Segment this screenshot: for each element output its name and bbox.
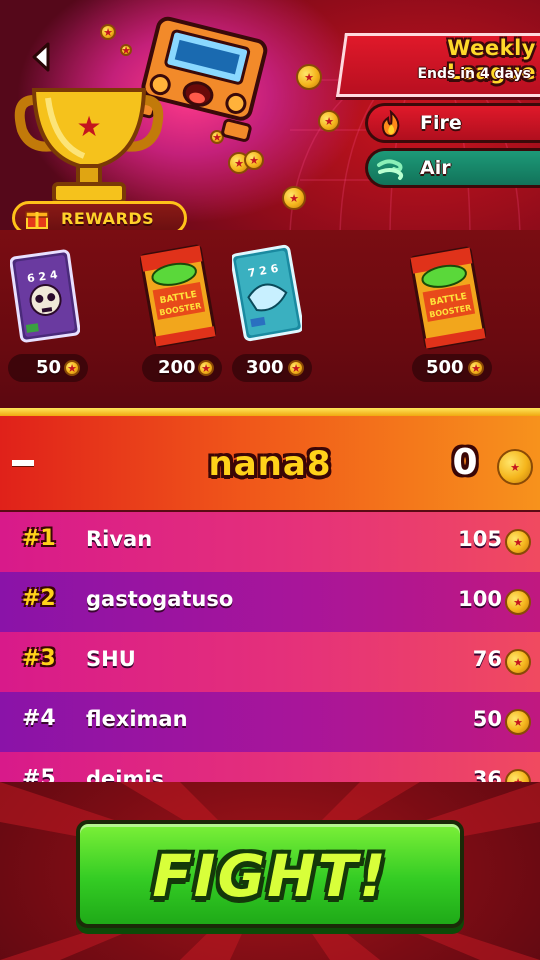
player-name: Rivan [86,527,153,551]
rank-label: #3 [22,646,56,671]
coin-icon [296,64,322,90]
rank-label: #2 [22,586,56,611]
leaderboard-row[interactable]: #3 SHU 76 [0,632,540,692]
rewards-track: 6 2 4 BATTLE BOOSTER 7 2 6 BATTLE BOOSTE… [0,230,540,410]
player-score: 50 [472,707,502,731]
rank-label: #1 [22,526,56,551]
fight-label: FIGHT! [152,842,388,910]
player-score: 100 [458,587,502,611]
player-name: deimis [86,767,165,782]
fight-button[interactable]: FIGHT! [76,820,464,928]
leaderboard-row[interactable]: #1 Rivan 105 [0,512,540,572]
reward-cost-4: 500 [412,354,492,382]
leaderboard-row[interactable]: #2 gastogatuso 100 [0,572,540,632]
battle-booster-pack-icon[interactable]: BATTLE BOOSTER [140,244,216,348]
player-name: fleximan [86,707,188,731]
player-name: gastogatuso [86,587,234,611]
league-countdown: Ends in 4 days [417,66,531,82]
element-filter-air[interactable]: Air [365,148,540,188]
divider [0,408,540,416]
leaderboard-row[interactable]: #4 fleximan 50 [0,692,540,752]
player-score: 76 [472,647,502,671]
coin-icon [468,360,484,376]
back-arrow-icon[interactable] [26,40,60,74]
current-player-row: nana8 0 [0,416,540,510]
coin-icon [505,769,531,782]
element-filter-fire[interactable]: Fire [365,103,540,143]
battle-booster-pack-icon[interactable]: BATTLE BOOSTER [410,246,486,350]
rewards-button[interactable]: REWARDS [12,201,187,230]
element-label-air: Air [420,157,451,179]
coin-icon [64,360,80,376]
svg-text:★: ★ [76,110,101,143]
coin-icon [505,649,531,675]
coin-icon [497,449,533,485]
fire-icon [381,110,400,138]
rank-label: #4 [22,706,56,731]
leaderboard-list[interactable]: #1 Rivan 105 #2 gastogatuso 100 #3 SHU 7… [0,510,540,782]
reward-cost-value: 500 [426,357,464,378]
player-score: 105 [458,527,502,551]
rank-label: #5 [22,766,56,782]
reward-cost-value: 300 [246,357,284,378]
coin-icon [282,186,306,210]
coin-icon [505,529,531,555]
air-icon [377,159,404,180]
coin-icon [100,24,116,40]
trophy-icon: ★ [14,88,164,204]
element-label-fire: Fire [420,112,462,134]
skull-card-icon[interactable]: 6 2 4 [10,248,80,344]
coin-icon [505,709,531,735]
coin-icon [288,360,304,376]
coin-icon [505,589,531,615]
reward-cost-value: 200 [158,357,196,378]
reward-cost-value: 50 [36,357,62,378]
player-name: SHU [86,647,136,671]
coin-icon [198,360,214,376]
reward-cost-2: 200 [142,354,222,382]
leaderboard-row[interactable]: #5 deimis 36 [0,752,540,782]
coin-icon [318,110,340,132]
reward-cost-3: 300 [232,354,312,382]
player-score: 36 [472,767,502,782]
gift-icon [25,211,49,229]
rewards-label: REWARDS [61,209,155,228]
reward-cost-1: 50 [8,354,88,382]
air-card-icon[interactable]: 7 2 6 [232,244,302,342]
coin-icon [244,150,264,170]
player-score: 0 [452,442,478,483]
